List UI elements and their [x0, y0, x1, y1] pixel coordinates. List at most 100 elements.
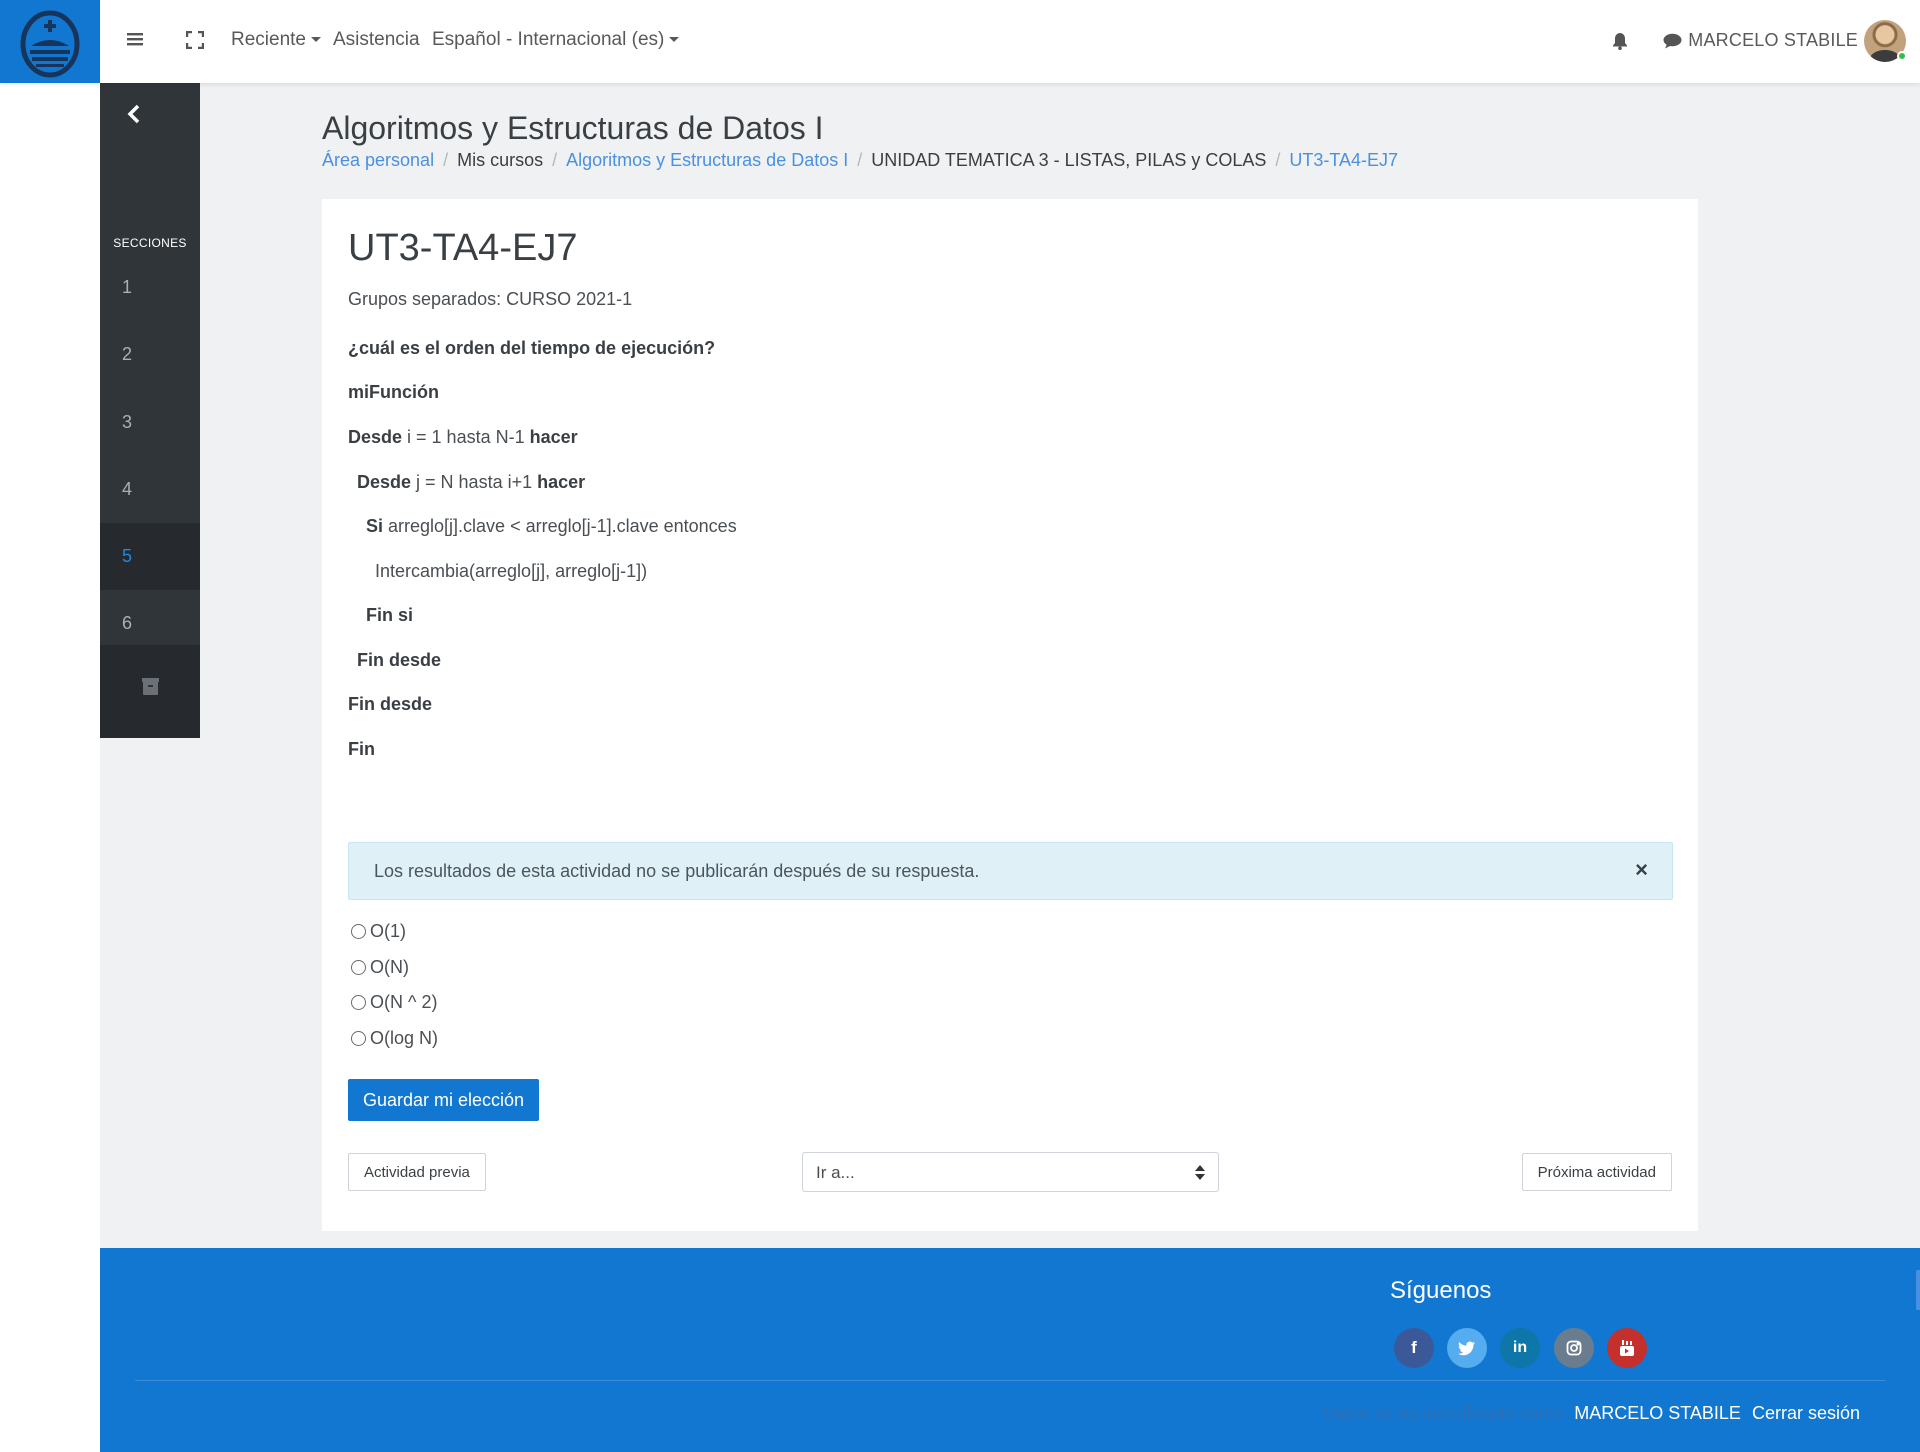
activity-card: UT3-TA4-EJ7 Grupos separados: CURSO 2021…	[322, 199, 1698, 1231]
question-bold: ¿cuál es el orden del tiempo de ejecució…	[348, 338, 716, 358]
scrollbar-thumb[interactable]	[1916, 1270, 1920, 1310]
section-link-1[interactable]: 1	[100, 254, 200, 321]
breadcrumb: Área personal / Mis cursos / Algoritmos y Es…	[322, 150, 1398, 171]
code-keyword: hacer	[537, 472, 586, 492]
archive-icon[interactable]	[142, 678, 159, 695]
code-keyword: Fin si	[366, 605, 414, 625]
activity-title: UT3-TA4-EJ7	[348, 227, 578, 269]
hamburger-menu-icon[interactable]	[127, 31, 143, 52]
code-keyword: hacer	[529, 427, 578, 447]
jump-to-value: Ir a...	[816, 1163, 855, 1182]
code-line: Desde j = N hasta i+1 hacer	[348, 472, 585, 493]
code-keyword: Desde	[348, 427, 403, 447]
user-menu-name[interactable]: MARCELO STABILE	[1688, 30, 1858, 51]
choice-label: O(1)	[370, 921, 406, 941]
chat-bubble-icon[interactable]	[1663, 33, 1682, 54]
site-logo[interactable]	[0, 0, 100, 83]
logout-link[interactable]: Cerrar sesión	[1752, 1403, 1860, 1423]
code-line: Fin desde	[348, 694, 432, 715]
nav-attendance-link[interactable]: Asistencia	[333, 29, 420, 51]
sections-heading: SECCIONES	[113, 236, 187, 250]
code-line: Intercambia(arreglo[j], arreglo[j-1])	[348, 561, 647, 582]
collapse-drawer-button[interactable]	[120, 99, 150, 129]
sections-drawer: SECCIONES 1 2 3 4 5 6	[100, 83, 200, 738]
online-status-indicator	[1897, 51, 1907, 61]
youtube-icon[interactable]	[1607, 1328, 1647, 1368]
linkedin-icon[interactable]: in	[1500, 1328, 1540, 1368]
radio-button[interactable]	[351, 924, 366, 939]
chevron-down-icon	[669, 37, 680, 43]
breadcrumb-separator: /	[1275, 150, 1281, 170]
code-text: Intercambia(arreglo[j], arreglo[j-1])	[375, 561, 648, 581]
code-line: Fin	[348, 739, 375, 760]
fullscreen-icon[interactable]	[185, 30, 205, 54]
code-line: miFunción	[348, 382, 439, 403]
code-line: Si arreglo[j].clave < arreglo[j-1].clave…	[348, 516, 737, 537]
code-keyword: Fin desde	[348, 694, 433, 714]
breadcrumb-separator: /	[857, 150, 863, 170]
top-navbar: Reciente Asistencia Español - Internacio…	[0, 0, 1920, 83]
nav-recent-dropdown[interactable]: Reciente	[231, 29, 321, 51]
alert-message: Los resultados de esta actividad no se p…	[374, 861, 980, 881]
radio-button[interactable]	[351, 995, 366, 1010]
page-footer: Síguenos f in Usted se ha identificado c…	[100, 1248, 1920, 1452]
course-title: Algoritmos y Estructuras de Datos I	[322, 110, 824, 146]
code-keyword: Desde	[357, 472, 412, 492]
next-activity-button[interactable]: Próxima actividad	[1521, 1153, 1672, 1191]
footer-divider	[135, 1380, 1885, 1381]
code-text: i = 1 hasta N-1	[402, 427, 530, 447]
choice-option[interactable]: O(log N)	[351, 1028, 438, 1049]
choice-label: O(N)	[370, 957, 409, 977]
breadcrumb-activity[interactable]: UT3-TA4-EJ7	[1289, 150, 1398, 170]
instagram-icon[interactable]	[1554, 1328, 1594, 1368]
info-alert: Los resultados de esta actividad no se p…	[348, 842, 1673, 900]
logo-icon	[20, 10, 80, 77]
radio-button[interactable]	[351, 960, 366, 975]
code-keyword: Fin	[348, 739, 375, 759]
breadcrumb-my-courses: Mis cursos	[457, 150, 544, 170]
section-link-3[interactable]: 3	[100, 389, 200, 456]
choice-label: O(N ^ 2)	[370, 992, 438, 1012]
section-link-5-active[interactable]: 5	[100, 523, 200, 590]
code-line: Desde i = 1 hasta N-1 hacer	[348, 427, 578, 448]
breadcrumb-separator: /	[552, 150, 558, 170]
code-line: Fin si	[348, 605, 413, 626]
chevron-left-icon	[127, 104, 140, 124]
previous-activity-button[interactable]: Actividad previa	[348, 1153, 486, 1191]
facebook-icon[interactable]: f	[1394, 1328, 1434, 1368]
save-choice-button[interactable]: Guardar mi elección	[348, 1079, 539, 1121]
login-info: Usted se ha identificado como MARCELO ST…	[1322, 1403, 1860, 1424]
nav-recent-label: Reciente	[231, 29, 306, 50]
code-keyword: miFunción	[348, 382, 439, 402]
follow-us-heading: Síguenos	[1390, 1277, 1492, 1304]
language-label: Español - Internacional (es)	[432, 29, 665, 50]
code-keyword: Fin desde	[357, 650, 442, 670]
breadcrumb-course[interactable]: Algoritmos y Estructuras de Datos I	[566, 150, 848, 170]
section-link-4[interactable]: 4	[100, 456, 200, 523]
logged-in-user-link[interactable]: MARCELO STABILE	[1574, 1403, 1741, 1423]
code-text: arreglo[j].clave < arreglo[j-1].clave en…	[383, 516, 737, 536]
radio-button[interactable]	[351, 1031, 366, 1046]
code-text: j = N hasta i+1	[411, 472, 538, 492]
nav-attendance-label: Asistencia	[333, 29, 420, 50]
bell-icon[interactable]	[1612, 32, 1628, 55]
left-blank-column	[0, 83, 100, 1452]
question-text: ¿cuál es el orden del tiempo de ejecució…	[348, 338, 715, 359]
twitter-icon[interactable]	[1447, 1328, 1487, 1368]
choice-option[interactable]: O(1)	[351, 921, 406, 942]
group-mode-label: Grupos separados: CURSO 2021-1	[348, 289, 633, 309]
section-link-2[interactable]: 2	[100, 321, 200, 388]
language-selector[interactable]: Español - Internacional (es)	[432, 29, 680, 51]
breadcrumb-separator: /	[443, 150, 449, 170]
close-icon[interactable]: ×	[1635, 857, 1648, 883]
choice-option[interactable]: O(N)	[351, 957, 409, 978]
code-line: Fin desde	[348, 650, 441, 671]
choice-option[interactable]: O(N ^ 2)	[351, 992, 437, 1013]
select-arrows-icon	[1195, 1165, 1205, 1181]
choice-label: O(log N)	[370, 1028, 439, 1048]
code-keyword: Si	[366, 516, 384, 536]
logged-in-prefix: Usted se ha identificado como	[1322, 1403, 1564, 1423]
jump-to-select[interactable]: Ir a...	[802, 1152, 1219, 1192]
breadcrumb-dashboard[interactable]: Área personal	[322, 150, 434, 170]
chevron-down-icon	[311, 37, 321, 43]
